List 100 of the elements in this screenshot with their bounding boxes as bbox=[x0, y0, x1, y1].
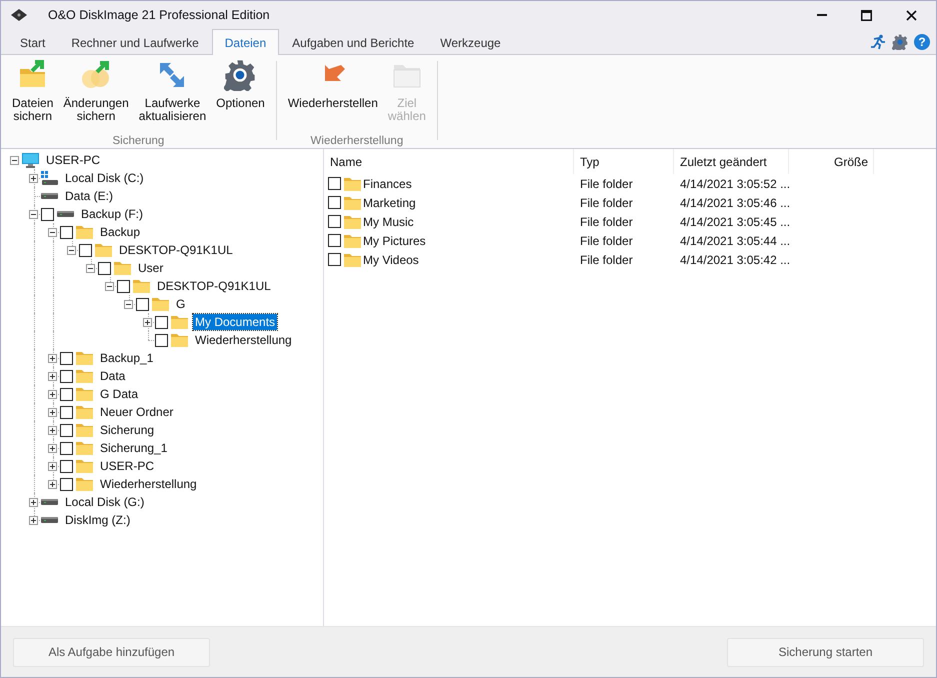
tree-item[interactable]: Local Disk (G:) bbox=[63, 494, 146, 510]
expander-icon[interactable] bbox=[48, 228, 57, 236]
column-header[interactable]: Größe bbox=[789, 149, 874, 174]
folder-icon bbox=[76, 459, 93, 473]
checkbox[interactable] bbox=[155, 316, 168, 328]
expander-icon[interactable] bbox=[67, 246, 76, 254]
monitor-icon bbox=[22, 152, 39, 168]
checkbox[interactable] bbox=[60, 352, 73, 364]
checkbox[interactable] bbox=[60, 370, 73, 382]
system-drive-icon bbox=[41, 170, 58, 186]
tree-item[interactable]: DESKTOP-Q91K1UL bbox=[117, 242, 235, 258]
expander-icon[interactable] bbox=[48, 354, 57, 362]
tree-item[interactable]: Local Disk (C:) bbox=[63, 170, 146, 186]
file-name: Finances bbox=[363, 176, 412, 190]
checkbox[interactable] bbox=[60, 460, 73, 472]
column-header[interactable]: Name bbox=[324, 149, 574, 174]
tree-item[interactable]: Wiederherstellung bbox=[98, 476, 199, 492]
tree-item[interactable]: DESKTOP-Q91K1UL bbox=[155, 278, 273, 294]
checkbox[interactable] bbox=[98, 262, 111, 274]
checkbox[interactable] bbox=[136, 298, 149, 310]
ribbon-tab[interactable]: Werkzeuge bbox=[427, 30, 514, 55]
checkbox[interactable] bbox=[79, 244, 92, 256]
checkbox[interactable] bbox=[155, 334, 168, 346]
runner-icon[interactable] bbox=[870, 34, 886, 50]
folder-icon bbox=[76, 423, 93, 437]
tree-item[interactable]: Backup (F:) bbox=[79, 206, 146, 222]
column-header[interactable]: Zuletzt geändert bbox=[674, 149, 789, 174]
column-header[interactable]: Typ bbox=[574, 149, 674, 174]
folder-icon bbox=[344, 234, 361, 248]
drive-icon bbox=[41, 498, 58, 506]
expander-icon[interactable] bbox=[48, 426, 57, 434]
start-backup-button[interactable]: Sicherung starten bbox=[727, 638, 924, 666]
expander-icon[interactable] bbox=[29, 174, 38, 182]
expander-icon[interactable] bbox=[29, 516, 38, 524]
file-name: My Music bbox=[363, 214, 414, 228]
ribbon-tab[interactable]: Dateien bbox=[212, 29, 280, 55]
checkbox[interactable] bbox=[328, 253, 341, 266]
checkbox[interactable] bbox=[60, 424, 73, 436]
modified-date: 4/14/2021 3:05:52 ... bbox=[680, 176, 790, 190]
tree-item[interactable]: G Data bbox=[98, 386, 140, 402]
checkbox[interactable] bbox=[60, 406, 73, 418]
checkbox[interactable] bbox=[60, 442, 73, 454]
ribbon-tab[interactable]: Rechner und Laufwerke bbox=[58, 30, 212, 55]
expander-icon[interactable] bbox=[48, 372, 57, 380]
tree-item[interactable]: USER-PC bbox=[98, 458, 156, 474]
tree-item[interactable]: Sicherung_1 bbox=[98, 440, 170, 456]
expander-icon[interactable] bbox=[143, 318, 152, 326]
checkbox[interactable] bbox=[328, 215, 341, 228]
tree-item[interactable]: USER-PC bbox=[44, 152, 102, 168]
expander-icon[interactable] bbox=[48, 462, 57, 470]
tree-item[interactable]: Data (E:) bbox=[63, 188, 116, 204]
checkbox[interactable] bbox=[328, 196, 341, 209]
folder-icon bbox=[344, 196, 361, 210]
backup-files-button[interactable]: Dateien sichern bbox=[9, 59, 56, 135]
tree-item[interactable]: Backup bbox=[98, 224, 142, 240]
expander-icon[interactable] bbox=[10, 156, 19, 164]
expander-icon[interactable] bbox=[29, 498, 38, 506]
folder-icon bbox=[76, 369, 93, 383]
tree-item[interactable]: DiskImg (Z:) bbox=[63, 512, 132, 528]
tree-item[interactable]: Backup_1 bbox=[98, 350, 156, 366]
file-name: My Videos bbox=[363, 252, 419, 266]
tree-item[interactable]: User bbox=[136, 260, 166, 276]
checkbox[interactable] bbox=[60, 478, 73, 490]
expander-icon[interactable] bbox=[124, 300, 133, 308]
ribbon-tab[interactable]: Start bbox=[7, 30, 58, 55]
expander-icon[interactable] bbox=[48, 480, 57, 488]
folder-icon bbox=[171, 333, 188, 347]
checkbox[interactable] bbox=[328, 177, 341, 190]
tree-item[interactable]: Neuer Ordner bbox=[98, 404, 176, 420]
tree-item[interactable]: G bbox=[174, 296, 188, 312]
tree-item[interactable]: My Documents bbox=[193, 314, 278, 330]
ribbon-tab[interactable]: Aufgaben und Berichte bbox=[279, 30, 428, 55]
folder-icon bbox=[344, 176, 361, 190]
expander-icon[interactable] bbox=[86, 264, 95, 272]
close-icon[interactable] bbox=[906, 10, 917, 20]
app-logo-icon bbox=[10, 8, 28, 22]
checkbox[interactable] bbox=[60, 388, 73, 400]
tree-item[interactable]: Sicherung bbox=[98, 422, 156, 438]
expander-icon[interactable] bbox=[105, 282, 114, 290]
restore-button[interactable]: Wiederherstellen bbox=[284, 59, 381, 135]
help-button[interactable]: ? bbox=[914, 34, 930, 50]
drive-icon bbox=[41, 192, 58, 200]
maximize-icon[interactable] bbox=[861, 10, 872, 20]
settings-icon[interactable] bbox=[892, 34, 908, 50]
options-button[interactable]: Optionen bbox=[213, 59, 268, 135]
expander-icon[interactable] bbox=[48, 408, 57, 416]
expander-icon[interactable] bbox=[48, 444, 57, 452]
checkbox[interactable] bbox=[328, 234, 341, 247]
expander-icon[interactable] bbox=[48, 390, 57, 398]
folder-icon bbox=[152, 297, 169, 311]
backup-changes-button[interactable]: Änderungen sichern bbox=[60, 59, 132, 135]
expander-icon[interactable] bbox=[29, 210, 38, 218]
folder-icon bbox=[76, 441, 93, 455]
refresh-drives-button[interactable]: Laufwerke aktualisieren bbox=[136, 59, 210, 135]
tree-item[interactable]: Wiederherstellung bbox=[193, 332, 294, 348]
checkbox[interactable] bbox=[60, 226, 73, 238]
checkbox[interactable] bbox=[41, 208, 54, 220]
tree-item[interactable]: Data bbox=[98, 368, 128, 384]
add-task-button[interactable]: Als Aufgabe hinzufügen bbox=[13, 638, 210, 666]
checkbox[interactable] bbox=[117, 280, 130, 292]
